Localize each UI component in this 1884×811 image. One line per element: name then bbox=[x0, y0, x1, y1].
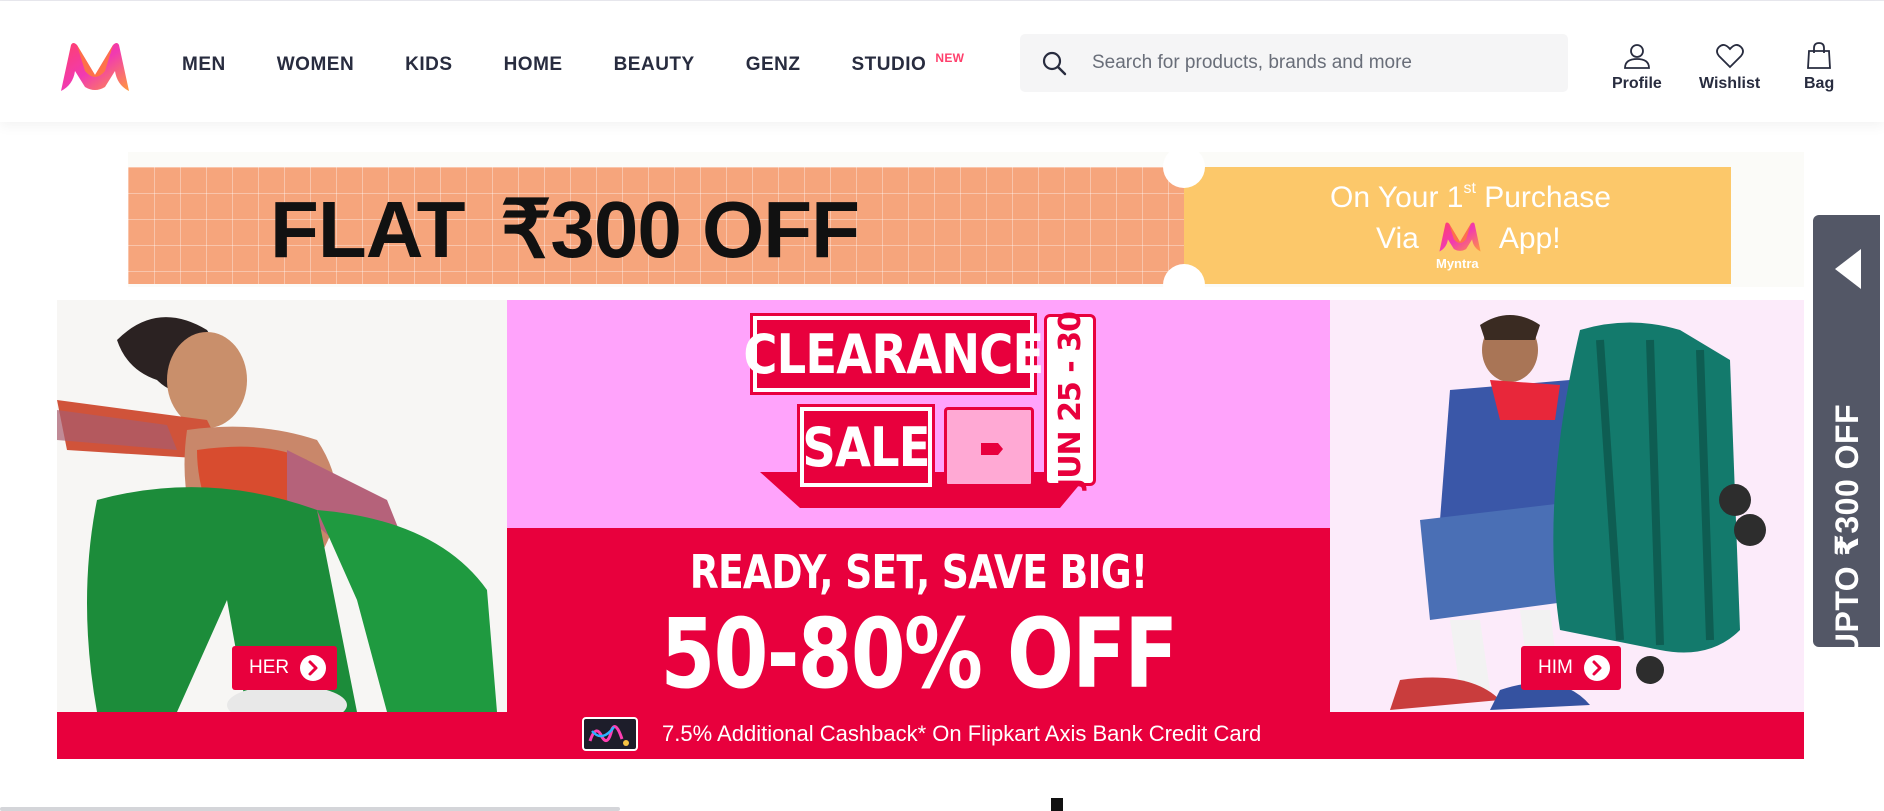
banner-tagline: READY, SET, SAVE BIG! bbox=[689, 545, 1148, 599]
first-purchase-sup: st bbox=[1463, 180, 1476, 197]
sale-dates: JUN 25 - 30 bbox=[1052, 311, 1088, 489]
side-offer-label: UPTO ₹300 OFF bbox=[1829, 403, 1865, 657]
nav-item-women[interactable]: WOMEN bbox=[277, 53, 354, 77]
banner-discount: 50-80% OFF bbox=[660, 598, 1178, 710]
bag-icon bbox=[1807, 42, 1832, 69]
him-label: HIM bbox=[1538, 657, 1573, 678]
nav-item-genz[interactable]: GENZ bbox=[746, 53, 801, 77]
profile-label: Profile bbox=[1612, 75, 1662, 92]
bottom-content-edge bbox=[1051, 798, 1063, 811]
nav-item-kids[interactable]: KIDS bbox=[405, 53, 452, 77]
wishlist-button[interactable]: Wishlist bbox=[1699, 41, 1760, 93]
price-tag-box bbox=[944, 407, 1034, 487]
clearance-title-box: CLEARANCE bbox=[744, 316, 1044, 392]
nav-item-studio-label: STUDIO bbox=[851, 54, 927, 75]
him-button[interactable]: HIM bbox=[1521, 646, 1621, 690]
flat-offer-headline: FLAT ₹300 OFF bbox=[270, 185, 860, 275]
caret-left-icon[interactable] bbox=[1835, 249, 1861, 289]
chevron-right-icon bbox=[300, 655, 327, 681]
first-purchase-post: Purchase bbox=[1475, 181, 1611, 214]
her-label: HER bbox=[249, 657, 290, 678]
sale-title-box: SALE bbox=[800, 407, 932, 487]
search-input[interactable] bbox=[1092, 52, 1552, 74]
clearance-title: CLEARANCE bbox=[743, 322, 1045, 386]
price-tag-icon bbox=[981, 443, 1003, 455]
credit-card-icon bbox=[582, 717, 638, 751]
ticket-notch-top bbox=[1163, 146, 1205, 188]
bag-label: Bag bbox=[1804, 75, 1835, 92]
ticket-perforation bbox=[1724, 167, 1738, 284]
profile-icon bbox=[1623, 44, 1650, 69]
nav-item-beauty[interactable]: BEAUTY bbox=[614, 53, 695, 77]
heart-icon bbox=[1715, 44, 1744, 69]
nav-item-men[interactable]: MEN bbox=[182, 53, 226, 77]
main-nav: MEN WOMEN KIDS HOME BEAUTY GENZ STUDIO N… bbox=[182, 51, 977, 77]
nav-item-home[interactable]: HOME bbox=[504, 53, 563, 77]
cashback-text: 7.5% Additional Cashback* On Flipkart Ax… bbox=[662, 721, 1262, 746]
flat-offer-amount: ₹300 OFF bbox=[500, 185, 860, 274]
strip-logo-label: Myntra bbox=[1436, 256, 1479, 271]
bottom-scroll-indicator bbox=[0, 807, 620, 811]
first-purchase-text: On Your 1st Purchase bbox=[1330, 180, 1611, 215]
site-header: MEN WOMEN KIDS HOME BEAUTY GENZ STUDIO N… bbox=[0, 1, 1884, 122]
side-offer-tab[interactable]: UPTO ₹300 OFF bbox=[1813, 215, 1880, 656]
bag-button[interactable]: Bag bbox=[1804, 41, 1834, 93]
sale-title: SALE bbox=[802, 415, 930, 479]
her-button[interactable]: HER bbox=[232, 646, 338, 690]
chevron-right-icon bbox=[1583, 655, 1610, 681]
via-label: Via bbox=[1376, 222, 1419, 255]
myntra-logo[interactable] bbox=[57, 41, 133, 93]
myntra-logo-small bbox=[1439, 222, 1481, 252]
search-bar[interactable] bbox=[1020, 34, 1568, 92]
app-label: App! bbox=[1498, 222, 1561, 255]
first-purchase-pre: On Your 1 bbox=[1330, 181, 1464, 214]
new-badge: NEW bbox=[935, 51, 965, 65]
nav-item-studio[interactable]: STUDIO NEW bbox=[851, 51, 963, 77]
search-icon[interactable] bbox=[1040, 49, 1068, 77]
wishlist-label: Wishlist bbox=[1699, 75, 1761, 92]
profile-button[interactable]: Profile bbox=[1612, 41, 1662, 93]
flat-offer-prefix: FLAT bbox=[270, 185, 465, 274]
sale-dates-box: JUN 25 - 30 bbox=[1044, 311, 1096, 489]
